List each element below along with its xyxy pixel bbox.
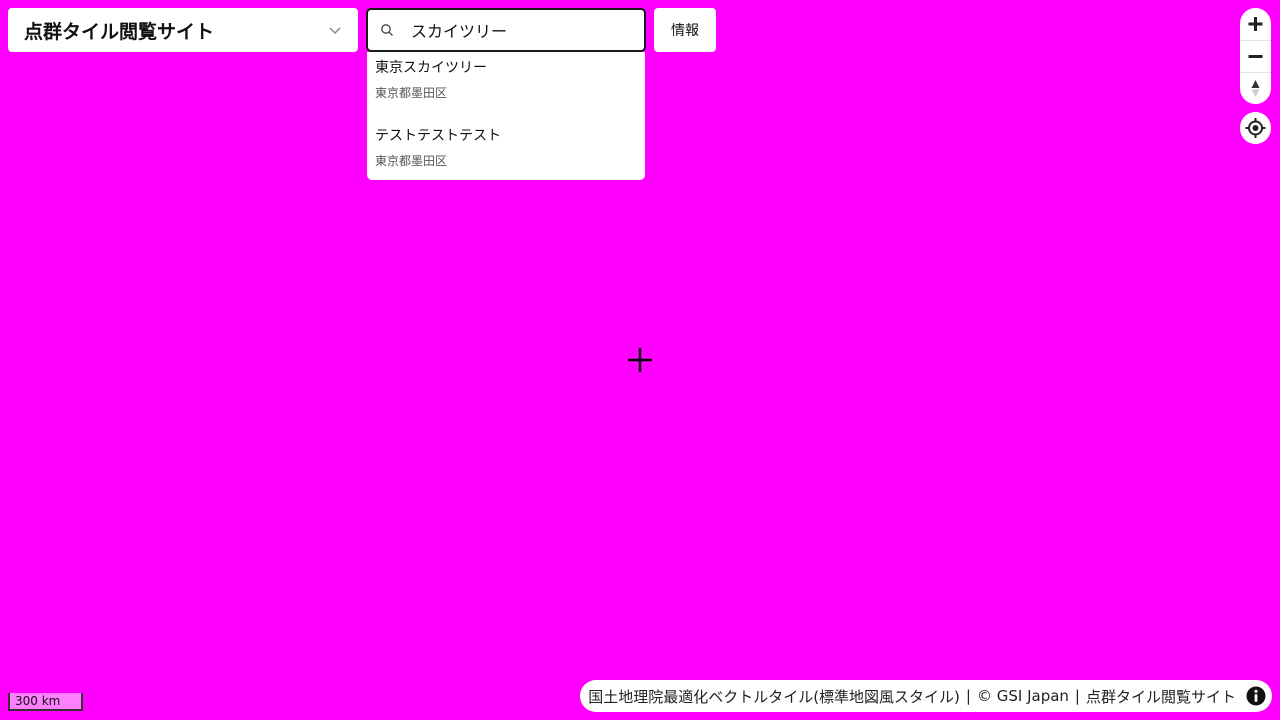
search-input[interactable] [411, 20, 631, 40]
search-result-item[interactable]: テストテストテスト 東京都墨田区 [367, 120, 645, 176]
search-result-address: 東京都墨田区 [375, 154, 448, 168]
geolocate-icon [1245, 118, 1266, 138]
compass-button[interactable] [1240, 72, 1271, 104]
minus-icon [1248, 55, 1263, 58]
info-icon[interactable] [1246, 686, 1266, 706]
search-results: 東京スカイツリー 東京都墨田区 テストテストテスト 東京都墨田区 [367, 52, 645, 180]
search-result-address: 東京都墨田区 [375, 86, 448, 100]
attribution-site: 点群タイル閲覧サイト [1085, 687, 1236, 706]
layer-select[interactable]: 点群タイル閲覧サイト [8, 8, 358, 52]
attribution-separator: | [965, 687, 971, 705]
attribution-separator: | [1074, 687, 1080, 705]
zoom-out-button[interactable] [1240, 40, 1271, 72]
attribution-source-link[interactable]: 国土地理院最適化ベクトルタイル(標準地図風スタイル) [588, 686, 960, 707]
search-result-item[interactable]: 東京スカイツリー 東京都墨田区 [367, 52, 645, 108]
layer-select-label: 点群タイル閲覧サイト [24, 20, 215, 43]
search-box [366, 8, 646, 52]
attribution-copyright: © GSI Japan [976, 687, 1069, 705]
search-result-title: 東京スカイツリー [375, 60, 487, 76]
search-widget: 東京スカイツリー 東京都墨田区 テストテストテスト 東京都墨田区 [366, 8, 646, 180]
search-icon [381, 24, 393, 36]
compass-icon [1251, 80, 1260, 97]
search-result-title: テストテストテスト [375, 128, 501, 144]
geolocate-button[interactable] [1240, 112, 1271, 144]
zoom-in-button[interactable] [1240, 8, 1271, 40]
navigation-control [1240, 8, 1271, 104]
attribution: 国土地理院最適化ベクトルタイル(標準地図風スタイル) | © GSI Japan… [580, 680, 1272, 712]
scale-bar: 300 km [8, 693, 83, 711]
chevron-down-icon [329, 27, 341, 35]
crosshair-icon [628, 348, 652, 372]
plus-icon [1248, 17, 1263, 31]
info-button[interactable]: 情報 [654, 8, 716, 52]
